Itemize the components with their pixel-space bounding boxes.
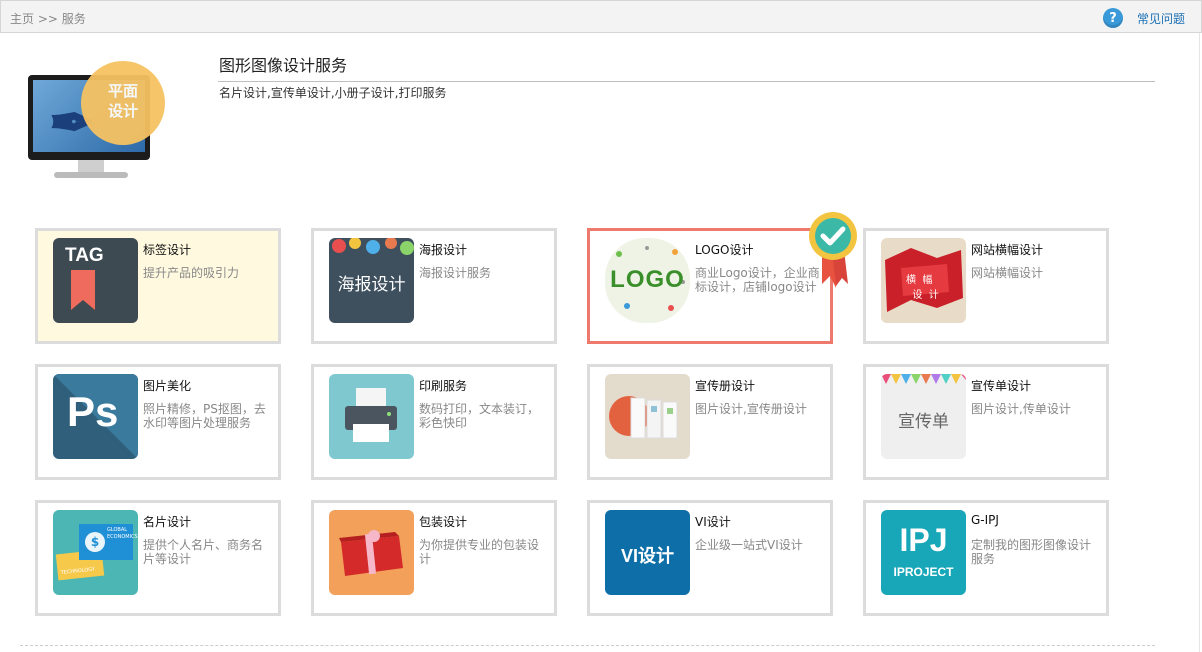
card-title[interactable]: 网站横幅设计 <box>971 241 1043 258</box>
service-card-flyer[interactable]: 宣传单 宣传单设计 图片设计,传单设计 <box>863 364 1109 480</box>
card-description: 图片设计,宣传册设计 <box>695 402 807 416</box>
monitor-base <box>54 172 128 178</box>
faq-label[interactable]: 常见问题 <box>1137 10 1185 27</box>
card-title[interactable]: 包装设计 <box>419 513 467 530</box>
service-card-poster-design[interactable]: 海报设计 海报设计 海报设计服务 <box>311 228 557 344</box>
service-card-business-card[interactable]: TECHNOLOGY GLOBAL ECONOMICS $ 名片设计 提供个人名… <box>35 500 281 616</box>
card-description: 海报设计服务 <box>419 266 492 280</box>
card-title[interactable]: 宣传单设计 <box>971 377 1031 394</box>
service-card-packaging[interactable]: 包装设计 为你提供专业的包装设计 <box>311 500 557 616</box>
service-card-g-ipj[interactable]: IPJ IPROJECT G-IPJ 定制我的图形图像设计服务 <box>863 500 1109 616</box>
service-card-printing[interactable]: 印刷服务 数码打印，文本装订，彩色快印 <box>311 364 557 480</box>
economics-text: ECONOMICS <box>107 534 138 540</box>
vi-thumbnail: VI设计 <box>605 510 690 595</box>
poster-thumbnail: 海报设计 <box>329 238 414 323</box>
service-card-banner-design[interactable]: 横 幅 设 计 网站横幅设计 网站横幅设计 <box>863 228 1109 344</box>
card-title[interactable]: 海报设计 <box>419 241 467 258</box>
card-description: 数码打印，文本装订，彩色快印 <box>419 402 540 430</box>
card-title[interactable]: 图片美化 <box>143 377 191 394</box>
card-title[interactable]: 宣传册设计 <box>695 377 755 394</box>
breadcrumb-separator: >> <box>37 12 58 26</box>
ipj-thumbnail: IPJ IPROJECT <box>881 510 966 595</box>
technology-text: TECHNOLOGY <box>60 566 96 577</box>
printer-thumbnail <box>329 374 414 459</box>
card-description: 为你提供专业的包装设计 <box>419 538 540 566</box>
breadcrumb-home[interactable]: 主页 <box>10 12 34 26</box>
packaging-thumbnail <box>329 510 414 595</box>
ribbon-icon <box>71 270 95 310</box>
printer-icon <box>345 388 397 442</box>
card-description: 提升产品的吸引力 <box>143 266 240 280</box>
top-bar: 主页 >> 服务 ? 常见问题 <box>0 0 1202 33</box>
card-title[interactable]: 印刷服务 <box>419 377 467 394</box>
flyer-thumb-text: 宣传单 <box>898 412 949 432</box>
service-card-photo-retouch[interactable]: Ps 图片美化 照片精修，PS抠图，去水印等图片处理服务 <box>35 364 281 480</box>
footer-divider <box>20 645 1155 646</box>
breadcrumb: 主页 >> 服务 <box>10 10 86 27</box>
banner-char: 设 <box>912 290 923 301</box>
badge-line1: 平面 <box>107 82 138 100</box>
ipj-logo-text: IPJ <box>899 522 948 558</box>
selected-check-badge-icon <box>809 212 857 288</box>
title-divider <box>218 81 1155 82</box>
card-title[interactable]: LOGO设计 <box>695 241 753 258</box>
card-description: 照片精修，PS抠图，去水印等图片处理服务 <box>143 402 266 430</box>
bunting-icon <box>881 374 966 384</box>
card-title[interactable]: G-IPJ <box>971 513 999 527</box>
question-icon[interactable]: ? <box>1102 8 1123 28</box>
card-description: 图片设计,传单设计 <box>971 402 1071 416</box>
photoshop-thumbnail: Ps <box>53 374 138 459</box>
page-title: 图形图像设计服务 <box>219 56 348 75</box>
business-card-thumbnail: TECHNOLOGY GLOBAL ECONOMICS $ <box>53 510 138 595</box>
tag-thumbnail: TAG <box>53 238 138 323</box>
card-description: 定制我的图形图像设计服务 <box>971 538 1092 566</box>
banner-thumb-text: 横 幅 设 计 <box>906 271 939 301</box>
service-card-logo-design[interactable]: LOGO LOGO设计 商业Logo设计，企业商标设计，店铺logo设计 <box>587 228 833 344</box>
banner-thumbnail: 横 幅 设 计 <box>881 238 966 323</box>
iproject-text: IPROJECT <box>893 565 954 579</box>
graphic-design-badge: 平面 设计 <box>81 61 165 145</box>
brochure-thumbnail <box>605 374 690 459</box>
globe-icon: $ <box>85 532 105 552</box>
card-title[interactable]: VI设计 <box>695 513 731 530</box>
breadcrumb-current: 服务 <box>61 12 86 26</box>
balloons-icon <box>332 238 414 255</box>
card-description: 商业Logo设计，企业商标设计，店铺logo设计 <box>695 266 820 294</box>
page-description: 名片设计,宣传单设计,小册子设计,打印服务 <box>219 86 447 100</box>
global-text: GLOBAL <box>107 527 128 533</box>
logo-thumbnail: LOGO <box>605 238 690 323</box>
service-card-brochure[interactable]: 宣传册设计 图片设计,宣传册设计 <box>587 364 833 480</box>
brochure-icon <box>609 396 678 439</box>
banner-char: 幅 <box>922 275 933 286</box>
card-title[interactable]: 标签设计 <box>143 241 191 258</box>
card-title[interactable]: 名片设计 <box>143 513 191 530</box>
faq-link[interactable]: ? 常见问题 <box>1102 7 1185 29</box>
card-description: 提供个人名片、商务名片等设计 <box>143 538 264 566</box>
card-illustration-front: GLOBAL ECONOMICS $ <box>79 524 138 560</box>
service-card-tag-design[interactable]: TAG 标签设计 提升产品的吸引力 <box>35 228 281 344</box>
gift-box-icon <box>339 530 403 576</box>
card-description: 企业级一站式VI设计 <box>695 538 803 552</box>
banner-char: 横 <box>906 275 916 286</box>
flyer-thumbnail: 宣传单 <box>881 374 966 459</box>
service-card-vi-design[interactable]: VI设计 VI设计 企业级一站式VI设计 <box>587 500 833 616</box>
photoshop-icon: Ps <box>67 388 119 435</box>
badge-line2: 设计 <box>107 102 138 120</box>
page-right-border <box>1199 33 1200 652</box>
poster-thumb-text: 海报设计 <box>337 275 406 295</box>
card-description: 网站横幅设计 <box>971 266 1044 280</box>
banner-char: 计 <box>928 290 939 301</box>
logo-thumb-text: LOGO <box>610 266 685 293</box>
vi-thumb-text: VI设计 <box>620 546 674 566</box>
